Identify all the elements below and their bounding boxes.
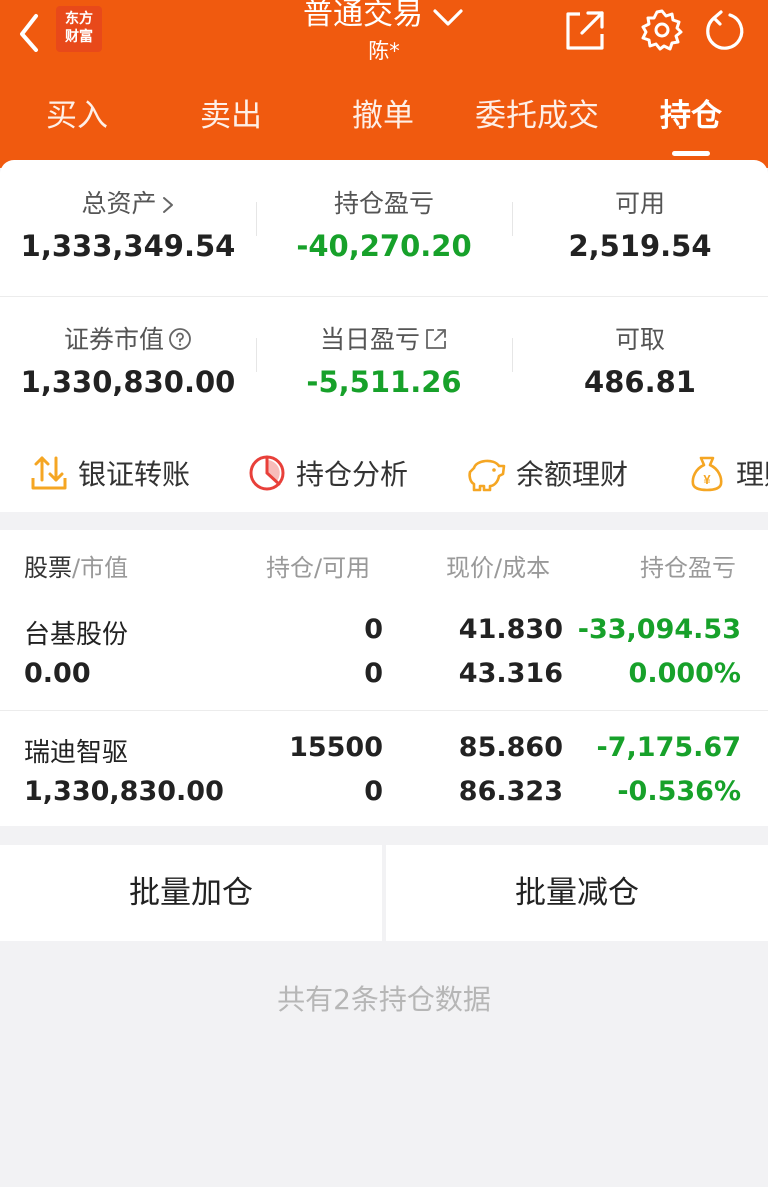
wealth-button[interactable]: ¥ 理财 [688, 448, 768, 498]
total-assets-label: 总资产 [81, 189, 157, 218]
piggy-bank-icon [468, 459, 506, 492]
daily-pl[interactable]: 当日盈亏 -5,511.26 [256, 324, 512, 402]
batch-reduce-button[interactable]: 批量减仓 [386, 845, 768, 941]
total-assets-value: 1,333,349.54 [20, 229, 236, 263]
total-assets[interactable]: 总资产 1,333,349.54 [0, 188, 256, 266]
stock-name: 瑞迪智驱 [24, 738, 129, 768]
withdrawable-funds: 可取 486.81 [512, 324, 768, 402]
pl-cell: -7,175.67 [596, 732, 741, 763]
daily-pl-label: 当日盈亏 [319, 325, 420, 354]
position-pl-value: -40,270.20 [296, 229, 472, 263]
holdings-table: 股票/市值 持仓/可用 现价/成本 持仓盈亏 台基股份 0.00 0 0 41.… [0, 530, 768, 826]
market-value-cell: 0.00 [24, 658, 91, 689]
col-header-position: 持仓/可用 [266, 554, 371, 582]
transfer-icon [31, 456, 67, 490]
position-cell: 15500 [289, 732, 383, 763]
balance-wealth-label: 余额理财 [516, 458, 629, 491]
refresh-icon[interactable] [702, 8, 746, 52]
stock-name: 台基股份 [24, 620, 129, 650]
active-tab-indicator [672, 151, 710, 156]
divider [0, 296, 768, 297]
pie-chart-icon [249, 455, 285, 491]
tab-buy[interactable]: 买入 [22, 92, 132, 140]
cost-cell: 86.323 [458, 776, 563, 807]
gear-icon[interactable] [640, 8, 684, 52]
divider [0, 710, 768, 711]
market-value: 证券市值 1,330,830.00 [0, 324, 256, 402]
asset-summary: 总资产 1,333,349.54 持仓盈亏 -40,270.20 可用 2,51… [0, 160, 768, 512]
svg-text:¥: ¥ [703, 472, 711, 487]
market-value-cell: 1,330,830.00 [24, 776, 224, 807]
chevron-right-icon [162, 197, 173, 213]
available-cell: 0 [364, 776, 383, 807]
pl-cell: -33,094.53 [577, 614, 741, 645]
position-cell: 0 [364, 614, 383, 645]
available-value: 2,519.54 [568, 229, 712, 263]
position-pl-label: 持仓盈亏 [333, 189, 434, 218]
holdings-count-note: 共有2条持仓数据 [277, 983, 491, 1016]
daily-pl-value: -5,511.26 [306, 365, 462, 399]
cost-cell: 43.316 [458, 658, 563, 689]
market-value-label: 证券市值 [63, 325, 164, 354]
tab-sell[interactable]: 卖出 [176, 92, 286, 140]
market-value-value: 1,330,830.00 [20, 365, 236, 399]
tab-holdings[interactable]: 持仓 [636, 92, 746, 140]
share-icon[interactable] [562, 8, 606, 52]
bank-transfer-label: 银证转账 [78, 458, 191, 491]
position-pl: 持仓盈亏 -40,270.20 [256, 188, 512, 266]
col-header-stock: 股票/市值 [24, 554, 129, 582]
batch-add-button[interactable]: 批量加仓 [0, 845, 382, 941]
pl-percent-cell: 0.000% [628, 658, 741, 689]
position-analysis-button[interactable]: 持仓分析 [248, 448, 408, 498]
help-icon[interactable] [168, 327, 192, 351]
app-header: 东方 财富 普通交易 陈* 买入 卖出 撤单 委托成交 持仓 [0, 0, 768, 168]
bank-transfer-button[interactable]: 银证转账 [30, 448, 190, 498]
header-fade [728, 540, 768, 584]
chevron-down-icon [433, 8, 463, 26]
withdrawable-value: 486.81 [584, 365, 696, 399]
available-label: 可用 [614, 189, 665, 218]
price-cell: 85.860 [458, 732, 563, 763]
available-funds: 可用 2,519.54 [512, 188, 768, 266]
price-cell: 41.830 [458, 614, 563, 645]
money-bag-icon: ¥ [691, 456, 723, 492]
col-header-price: 现价/成本 [446, 554, 551, 582]
available-cell: 0 [364, 658, 383, 689]
col-header-pl: 持仓盈亏 [640, 554, 736, 582]
tab-cancel[interactable]: 撤单 [328, 92, 438, 140]
trade-tabs: 买入 卖出 撤单 委托成交 持仓 [0, 92, 768, 142]
withdrawable-label: 可取 [614, 325, 665, 354]
page-title: 普通交易 [303, 0, 423, 32]
pl-percent-cell: -0.536% [617, 776, 741, 807]
balance-wealth-button[interactable]: 余额理财 [466, 448, 628, 498]
position-analysis-label: 持仓分析 [296, 458, 409, 491]
external-link-icon [426, 329, 446, 349]
wealth-label: 理财 [736, 458, 768, 491]
tab-orders[interactable]: 委托成交 [466, 92, 608, 140]
